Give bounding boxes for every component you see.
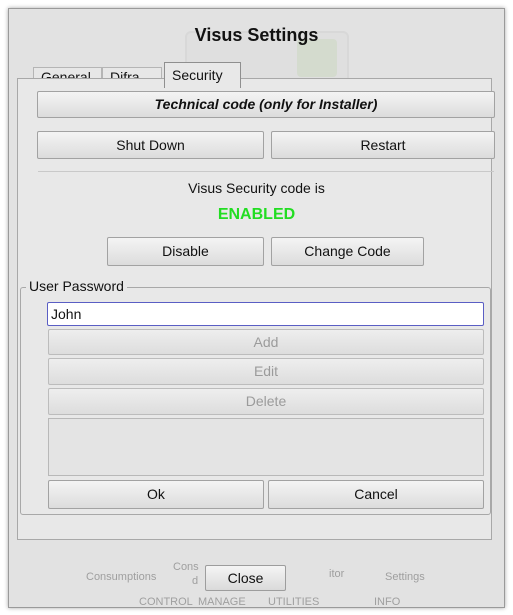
ok-button[interactable]: Ok bbox=[48, 480, 264, 509]
edit-button[interactable]: Edit bbox=[48, 358, 484, 385]
separator bbox=[38, 171, 494, 172]
technical-code-button[interactable]: Technical code (only for Installer) bbox=[37, 91, 495, 118]
change-code-button[interactable]: Change Code bbox=[271, 237, 424, 266]
user-list[interactable] bbox=[48, 418, 484, 476]
bg-consumptions: Consumptions bbox=[86, 571, 157, 583]
add-button[interactable]: Add bbox=[48, 329, 484, 355]
cancel-button[interactable]: Cancel bbox=[268, 480, 484, 509]
bg-settings: Settings bbox=[385, 571, 425, 583]
security-code-status-value: ENABLED bbox=[217, 206, 296, 223]
bg-info: INFO bbox=[374, 596, 401, 608]
security-code-status-label: Visus Security code is bbox=[188, 180, 325, 196]
delete-button[interactable]: Delete bbox=[48, 388, 484, 415]
close-button[interactable]: Close bbox=[205, 565, 286, 591]
shut-down-button[interactable]: Shut Down bbox=[37, 131, 264, 159]
user-password-input[interactable]: John bbox=[47, 302, 484, 326]
window-title: Visus Settings bbox=[194, 25, 319, 45]
bg-cons-partial2: d bbox=[192, 575, 199, 587]
disable-button[interactable]: Disable bbox=[107, 237, 264, 266]
bg-monitor-partial: itor bbox=[329, 568, 345, 580]
user-password-label: User Password bbox=[26, 278, 127, 294]
bg-control: CONTROL bbox=[139, 596, 193, 608]
bg-manage: MANAGE bbox=[198, 596, 246, 608]
bg-cons-partial: Cons bbox=[173, 561, 199, 573]
tab-security[interactable]: Security bbox=[164, 62, 241, 88]
restart-button[interactable]: Restart bbox=[271, 131, 495, 159]
bg-utilities: UTILITIES bbox=[268, 596, 320, 608]
